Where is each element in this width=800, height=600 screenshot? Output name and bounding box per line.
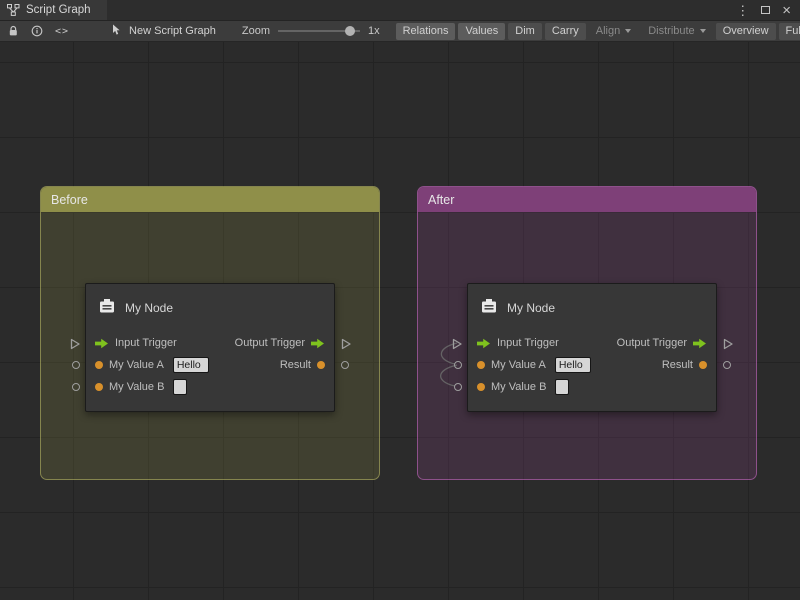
dim-button[interactable]: Dim: [508, 23, 542, 40]
dropdown-caret-icon: [625, 29, 631, 33]
port-label-value-a: My Value A: [491, 359, 546, 371]
outer-value-a-port[interactable]: [454, 361, 462, 369]
port-row-trigger: Input Trigger Output Trigger: [468, 332, 716, 354]
value-b-port-icon[interactable]: [95, 383, 103, 391]
port-label-value-b: My Value B: [109, 381, 164, 393]
graph-name[interactable]: New Script Graph: [111, 24, 216, 39]
info-icon[interactable]: [31, 25, 43, 37]
port-row-value-b: My Value B: [86, 376, 334, 398]
port-label-input-trigger: Input Trigger: [115, 337, 177, 349]
outer-input-trigger-port[interactable]: [70, 337, 81, 355]
value-a-input[interactable]: [555, 357, 591, 373]
node-title: My Node: [507, 301, 555, 315]
outer-value-b-port[interactable]: [454, 383, 462, 391]
node-my-node-after[interactable]: My Node Input Trigger Output Trigger My …: [467, 283, 717, 412]
port-label-result: Result: [662, 359, 693, 371]
graph-toolbar: <> New Script Graph Zoom 1x Relations Va…: [0, 21, 800, 42]
carry-button[interactable]: Carry: [545, 23, 586, 40]
script-graph-icon: [7, 4, 20, 16]
outer-result-port[interactable]: [723, 361, 731, 369]
port-row-value-b: My Value B: [468, 376, 716, 398]
value-b-input[interactable]: [555, 379, 569, 395]
result-port-icon[interactable]: [699, 361, 707, 369]
outer-output-trigger-port[interactable]: [723, 337, 734, 355]
group-after-header[interactable]: After: [418, 187, 756, 212]
window-tab-bar: Script Graph ⋮ ×: [0, 0, 800, 21]
outer-input-trigger-port[interactable]: [452, 337, 463, 355]
node-icon: [98, 298, 116, 319]
port-label-result: Result: [280, 359, 311, 371]
output-trigger-port-icon[interactable]: [311, 338, 325, 349]
toolbar-buttons: Relations Values Dim Carry Align Distrib…: [396, 23, 800, 40]
zoom-label: Zoom: [242, 25, 270, 37]
relations-button[interactable]: Relations: [396, 23, 456, 40]
outer-output-trigger-port[interactable]: [341, 337, 352, 355]
group-before-header[interactable]: Before: [41, 187, 379, 212]
group-title: After: [428, 193, 454, 207]
group-title: Before: [51, 193, 88, 207]
cursor-arrow-icon: [111, 24, 122, 39]
input-trigger-port-icon[interactable]: [477, 338, 491, 349]
port-label-value-a: My Value A: [109, 359, 164, 371]
result-port-icon[interactable]: [317, 361, 325, 369]
zoom-slider[interactable]: [278, 30, 360, 32]
node-icon: [480, 298, 498, 319]
value-b-input[interactable]: [173, 379, 187, 395]
maximize-icon[interactable]: [761, 6, 770, 14]
outer-result-port[interactable]: [341, 361, 349, 369]
align-button[interactable]: Align: [589, 23, 638, 40]
node-header[interactable]: My Node: [86, 284, 334, 332]
zoom-control: Zoom 1x: [242, 25, 380, 37]
port-label-output-trigger: Output Trigger: [235, 337, 305, 349]
outer-value-a-port[interactable]: [72, 361, 80, 369]
values-button[interactable]: Values: [458, 23, 505, 40]
value-a-port-icon[interactable]: [95, 361, 103, 369]
overview-button[interactable]: Overview: [716, 23, 776, 40]
lock-icon[interactable]: [8, 25, 19, 37]
graph-canvas[interactable]: Before After My Node I: [0, 42, 800, 600]
dropdown-caret-icon: [700, 29, 706, 33]
align-label: Align: [596, 25, 620, 37]
value-a-port-icon[interactable]: [477, 361, 485, 369]
graph-name-label: New Script Graph: [129, 25, 216, 37]
fullscreen-button[interactable]: Full Scr: [779, 23, 800, 40]
code-view-icon[interactable]: <>: [55, 26, 69, 37]
value-a-input[interactable]: [173, 357, 209, 373]
port-label-value-b: My Value B: [491, 381, 546, 393]
tab-script-graph[interactable]: Script Graph: [0, 0, 107, 20]
outer-value-b-port[interactable]: [72, 383, 80, 391]
port-label-input-trigger: Input Trigger: [497, 337, 559, 349]
close-icon[interactable]: ×: [782, 3, 791, 18]
window-controls: ⋮ ×: [736, 0, 800, 20]
port-label-output-trigger: Output Trigger: [617, 337, 687, 349]
node-my-node-before[interactable]: My Node Input Trigger Output Trigger My …: [85, 283, 335, 412]
zoom-value: 1x: [368, 25, 380, 37]
menu-kebab-icon[interactable]: ⋮: [736, 4, 749, 17]
port-row-value-a: My Value A Result: [468, 354, 716, 376]
node-header[interactable]: My Node: [468, 284, 716, 332]
output-trigger-port-icon[interactable]: [693, 338, 707, 349]
zoom-slider-knob[interactable]: [345, 26, 355, 36]
distribute-button[interactable]: Distribute: [641, 23, 712, 40]
port-row-trigger: Input Trigger Output Trigger: [86, 332, 334, 354]
tab-title: Script Graph: [26, 4, 91, 16]
input-trigger-port-icon[interactable]: [95, 338, 109, 349]
value-b-port-icon[interactable]: [477, 383, 485, 391]
node-title: My Node: [125, 301, 173, 315]
port-row-value-a: My Value A Result: [86, 354, 334, 376]
distribute-label: Distribute: [648, 25, 694, 37]
